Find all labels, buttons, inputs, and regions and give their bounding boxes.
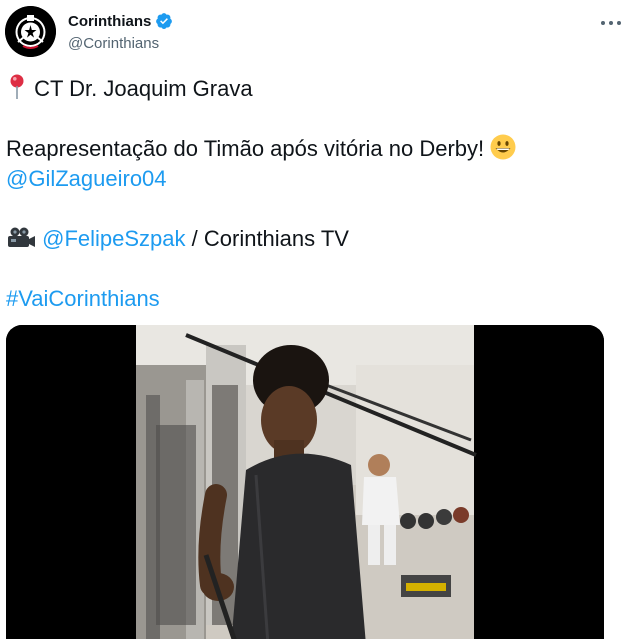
video-frame <box>6 325 604 639</box>
credit-suffix: / Corinthians TV <box>185 226 349 251</box>
tweet-header: Corinthians @Corinthians <box>5 6 631 62</box>
verified-badge-icon <box>156 13 173 29</box>
movie-camera-icon <box>8 227 35 247</box>
message-line: Reapresentação do Timão após vitória no … <box>6 134 626 164</box>
name-row: Corinthians <box>68 12 173 30</box>
display-name[interactable]: Corinthians <box>68 13 151 30</box>
mention-felipe-link[interactable]: @FelipeSzpak <box>42 226 185 251</box>
hashtag-link[interactable]: #VaiCorinthians <box>6 286 160 311</box>
tweet-text: CT Dr. Joaquim Grava Reapresentação do T… <box>6 74 626 314</box>
round-pushpin-icon <box>10 74 24 99</box>
message-text: Reapresentação do Timão após vitória no … <box>6 136 485 161</box>
location-line: CT Dr. Joaquim Grava <box>6 74 626 104</box>
more-options-icon[interactable] <box>601 14 621 32</box>
mention-line: @GilZagueiro04 <box>6 164 626 194</box>
video-player[interactable] <box>6 325 604 639</box>
corinthians-logo-icon <box>5 6 56 57</box>
hashtag-line: #VaiCorinthians <box>6 284 626 314</box>
more-dot <box>609 21 613 25</box>
handle[interactable]: @Corinthians <box>68 35 159 52</box>
more-dot <box>601 21 605 25</box>
credit-line: @FelipeSzpak / Corinthians TV <box>6 224 626 254</box>
more-dot <box>617 21 621 25</box>
avatar[interactable] <box>5 6 56 57</box>
mention-gil-link[interactable]: @GilZagueiro04 <box>6 166 167 191</box>
grinning-face-icon <box>490 134 516 160</box>
location-text: CT Dr. Joaquim Grava <box>34 76 253 101</box>
